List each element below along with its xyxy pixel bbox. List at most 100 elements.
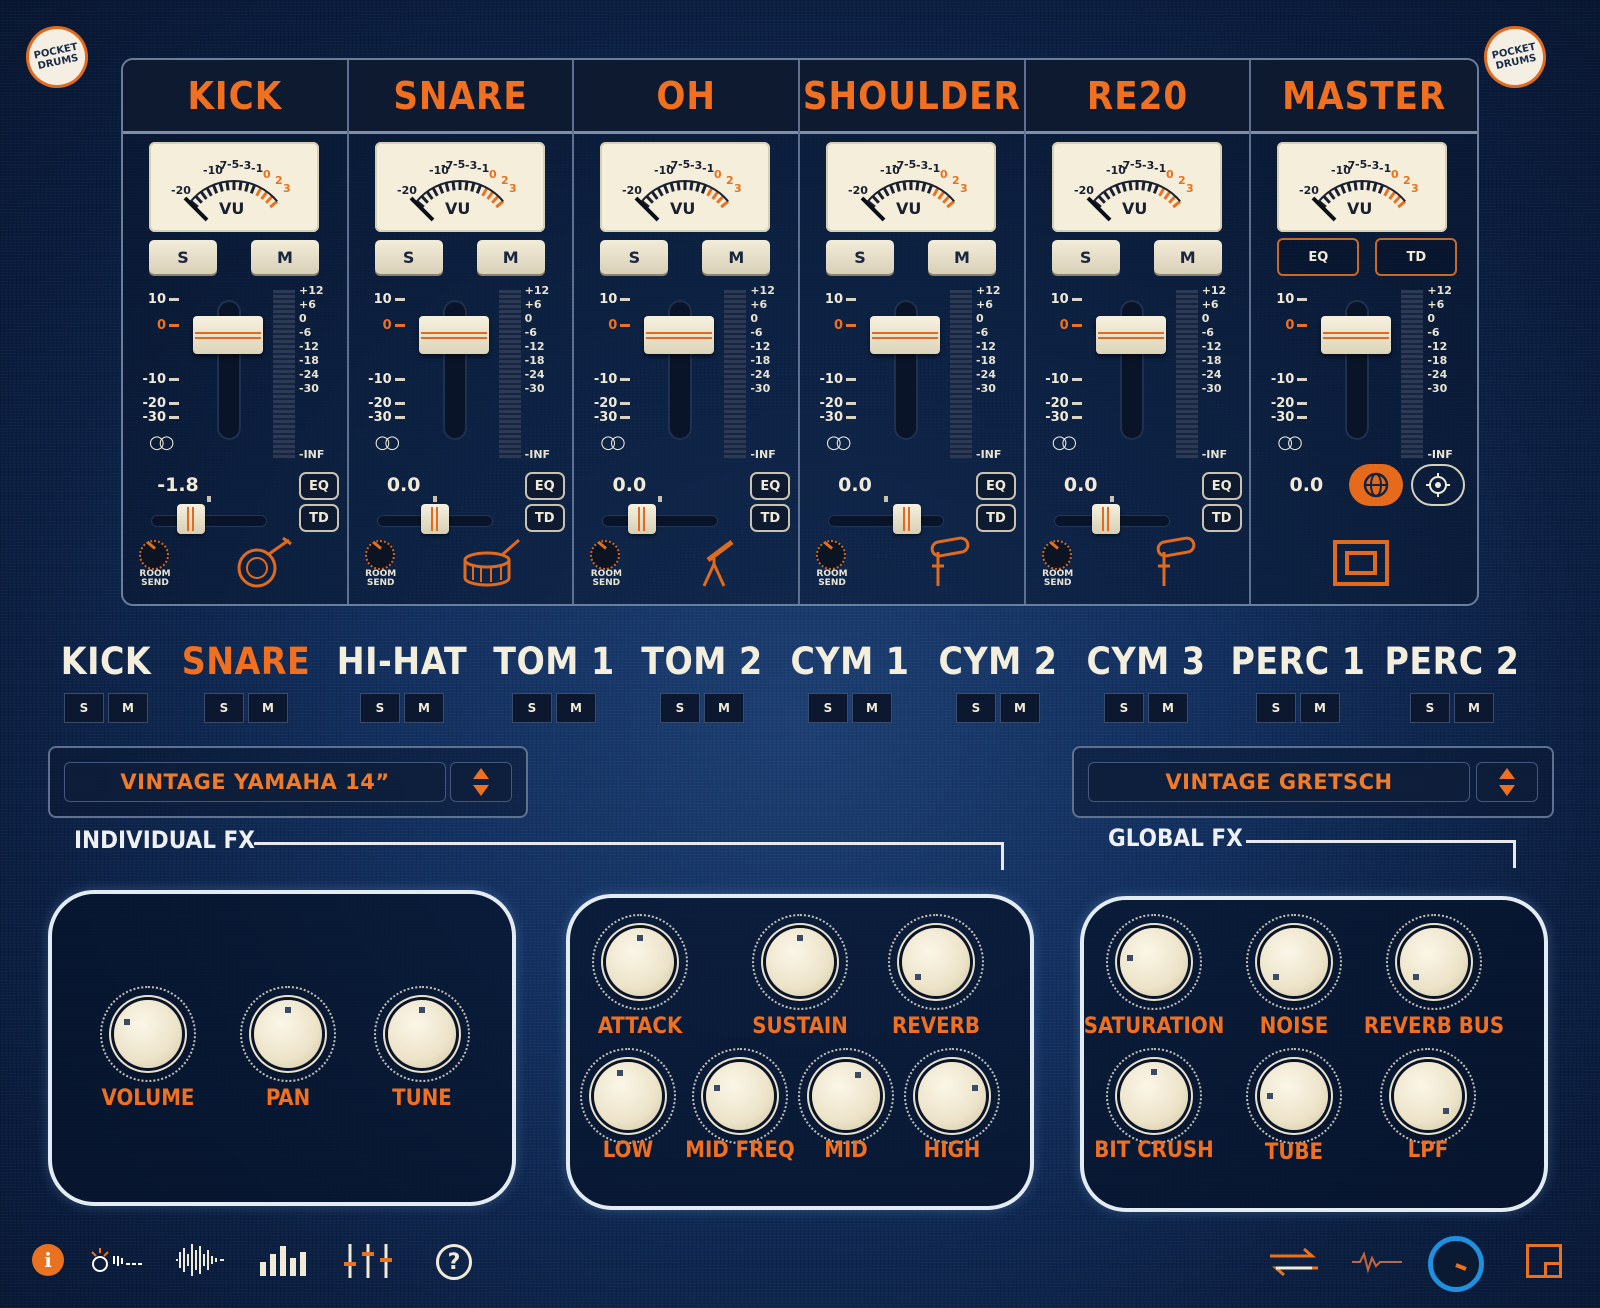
individual-preset-arrows[interactable] [450,762,512,802]
stereo-link-icon[interactable]: ○○ [826,432,852,453]
instrument-tab[interactable]: SNARE S M [176,640,316,723]
globe-button[interactable] [1349,464,1404,506]
solo-button[interactable]: S [374,240,443,274]
instrument-tab[interactable]: KICK S M [36,640,176,723]
solo-button[interactable]: S [149,240,217,274]
eq-button[interactable]: EQ [1201,472,1242,500]
stereo-link-icon[interactable]: ○○ [1052,432,1078,453]
td-button[interactable]: TD [1201,504,1242,532]
fx-knob[interactable] [752,914,848,1010]
eq-button[interactable]: EQ [976,472,1017,500]
signal-icon[interactable] [1350,1248,1406,1276]
instrument-mute-button[interactable]: M [1148,693,1188,723]
fader-handle[interactable] [193,316,263,354]
pan-handle[interactable] [893,504,922,534]
pan-track[interactable] [151,515,267,527]
fx-knob[interactable] [1246,1048,1342,1144]
master-td-button[interactable]: TD [1375,238,1458,276]
solo-button[interactable]: S [826,240,895,274]
instrument-solo-button[interactable]: S [956,693,996,723]
td-button[interactable]: TD [976,504,1017,532]
room-send-knob[interactable] [816,540,847,570]
global-preset-arrows[interactable] [1476,762,1538,802]
instrument-mute-button[interactable]: M [704,693,744,723]
fx-knob[interactable] [374,986,470,1082]
fx-knob[interactable] [100,986,196,1082]
global-preset-field[interactable]: VINTAGE GRETSCH [1088,762,1470,802]
instrument-solo-button[interactable]: S [64,693,104,723]
fx-knob[interactable] [904,1048,1000,1144]
stereo-link-icon[interactable]: ○○ [375,432,401,453]
fx-knob[interactable] [1386,914,1482,1010]
eq-button[interactable]: EQ [750,472,791,500]
individual-preset-field[interactable]: VINTAGE YAMAHA 14” [64,762,446,802]
instrument-tab[interactable]: TOM 1 SM [484,640,624,723]
fx-knob[interactable] [1246,914,1342,1010]
instrument-mute-button[interactable]: M [1000,693,1040,723]
fx-knob[interactable] [592,914,688,1010]
instrument-tab[interactable]: HI-HAT S M [332,640,472,723]
fader-handle[interactable] [1321,316,1392,354]
master-eq-button[interactable]: EQ [1277,238,1360,276]
pan-handle[interactable] [1091,504,1120,534]
room-send-knob[interactable] [590,540,621,570]
instrument-mute-button[interactable]: M [556,693,596,723]
instrument-solo-button[interactable]: S [1256,693,1296,723]
instrument-tab[interactable]: CYM 3 SM [1076,640,1216,723]
pan-track[interactable] [828,515,945,527]
instrument-solo-button[interactable]: S [1410,693,1450,723]
pan-handle[interactable] [177,504,205,534]
waveform-icon[interactable] [172,1242,228,1278]
instrument-solo-button[interactable]: S [660,693,700,723]
fx-knob[interactable] [888,914,984,1010]
solo-button[interactable]: S [1051,240,1120,274]
fx-knob[interactable] [1380,1048,1476,1144]
instrument-mute-button[interactable]: M [404,693,444,723]
room-box-icon[interactable] [1333,540,1390,586]
stereo-link-icon[interactable]: ○○ [1277,432,1303,453]
instrument-mute-button[interactable]: M [1454,693,1494,723]
fx-knob[interactable] [580,1048,676,1144]
instrument-tab[interactable]: CYM 1 SM [780,640,920,723]
instrument-solo-button[interactable]: S [512,693,552,723]
stereo-link-icon[interactable]: ○○ [149,432,175,453]
stereo-link-icon[interactable]: ○○ [600,432,626,453]
td-button[interactable]: TD [299,504,339,532]
fader-handle[interactable] [644,316,715,354]
instrument-tab[interactable]: CYM 2 SM [928,640,1068,723]
instrument-tab[interactable]: TOM 2 SM [632,640,772,723]
fader-handle[interactable] [1095,316,1166,354]
mute-button[interactable]: M [702,240,771,274]
instrument-tab[interactable]: PERC 1 SM [1228,640,1368,723]
help-icon[interactable]: ? [436,1244,472,1280]
mute-button[interactable]: M [928,240,997,274]
room-send-knob[interactable] [1041,540,1072,570]
swap-arrows-icon[interactable] [1266,1246,1322,1278]
pan-handle[interactable] [628,504,657,534]
instrument-mute-button[interactable]: M [108,693,148,723]
room-send-knob[interactable] [139,540,169,570]
instrument-solo-button[interactable]: S [360,693,400,723]
fx-knob[interactable] [798,1048,894,1144]
fx-knob[interactable] [1106,914,1202,1010]
pan-track[interactable] [602,515,719,527]
fx-knob[interactable] [692,1048,788,1144]
mute-button[interactable]: M [251,240,319,274]
fader-handle[interactable] [870,316,941,354]
mixer-sliders-icon[interactable] [340,1242,396,1280]
instrument-solo-button[interactable]: S [1104,693,1144,723]
td-button[interactable]: TD [750,504,791,532]
instrument-mute-button[interactable]: M [248,693,288,723]
info-icon[interactable]: i [32,1244,64,1276]
room-send-knob[interactable] [364,540,395,570]
fader-handle[interactable] [418,316,489,354]
pan-handle[interactable] [420,504,449,534]
instrument-mute-button[interactable]: M [852,693,892,723]
instrument-solo-button[interactable]: S [204,693,244,723]
eq-button[interactable]: EQ [524,472,565,500]
eq-button[interactable]: EQ [299,472,339,500]
fx-knob[interactable] [1106,1048,1202,1144]
mute-button[interactable]: M [1153,240,1222,274]
instrument-mute-button[interactable]: M [1300,693,1340,723]
transient-icon[interactable] [90,1244,146,1278]
